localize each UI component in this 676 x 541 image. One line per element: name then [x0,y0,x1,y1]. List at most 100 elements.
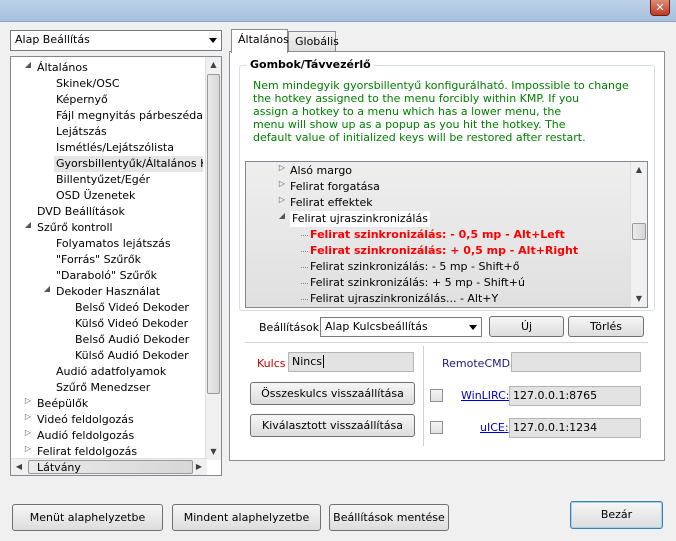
groupbox-title: Gombok/Távvezérlő [247,58,374,71]
scroll-left-icon[interactable]: ◀ [11,459,27,475]
reset-all-button[interactable]: Mindent alaphelyzetbe [172,504,321,531]
tree-item[interactable]: Folyamatos lejátszás [54,236,203,252]
text-cursor [323,355,325,368]
tab-global[interactable]: Globális [288,31,339,53]
tree-item[interactable]: Audió adatfolyamok [54,364,203,380]
info-text: Nem mindegyik gyorsbillentyű konfigurálh… [253,79,653,144]
tree-item[interactable]: Videó feldolgozás [35,412,203,428]
settings-tree[interactable]: ▲ ▼ ◀ ▶ ◢ Általános Skinek/OSC Képernyő Fájl… [10,56,222,476]
uice-checkbox[interactable] [430,421,443,434]
tree-item[interactable]: Skinek/OSC [54,76,203,92]
tree-item[interactable]: Szűrő Menedzser [54,380,203,396]
tree-item[interactable]: Audió feldolgozás [35,428,203,444]
expand-arrow-icon[interactable]: ▷ [23,444,33,460]
hotkey-item[interactable]: Felirat ujraszinkronizálás... - Alt+Y [310,291,498,307]
hotkey-item[interactable]: Felirat effektek [290,195,373,211]
winlirc-address-input[interactable]: 127.0.0.1:8765 [509,386,641,406]
tree-connector [301,251,308,252]
scrollbar-thumb[interactable] [632,223,646,240]
tree-vertical-scrollbar[interactable]: ▲ ▼ [205,57,221,460]
tree-connector [301,267,308,268]
key-input[interactable]: Nincs [288,352,414,372]
collapse-arrow-icon[interactable]: ◢ [42,284,52,300]
expand-arrow-icon[interactable]: ▷ [23,428,33,444]
tree-item[interactable]: Szűrő kontroll [35,220,203,236]
reset-all-keys-button[interactable]: Összeskulcs visszaállítása [250,382,415,405]
key-profile-value: Alap Kulcsbeállítás [325,320,428,333]
tree-item[interactable]: Belső Audió Dekoder [73,332,203,348]
tree-item[interactable]: Külső Videó Dekoder [73,316,203,332]
tree-item[interactable]: Lejátszás [54,124,203,140]
info-line: assign a hotkey to a menu which has a lo… [253,105,562,118]
tree-item[interactable]: DVD Beállítások [35,204,203,220]
profile-select[interactable]: Alap Beállítás [10,30,222,51]
hotkey-item[interactable]: Felirat szinkronizálás: + 0,5 mp - Alt+R… [310,243,578,259]
expand-arrow-icon[interactable]: ▷ [23,396,33,412]
info-line: Nem mindegyik gyorsbillentyű konfigurálh… [253,79,629,92]
key-profile-select[interactable]: Alap Kulcsbeállítás [320,317,482,337]
expand-arrow-icon[interactable]: ▷ [277,195,287,211]
scroll-down-icon[interactable]: ▼ [631,291,647,307]
remotecmd-label: RemoteCMD: [442,357,514,370]
close-button[interactable]: Bezár [570,501,663,529]
expand-arrow-icon[interactable]: ▷ [23,412,33,428]
collapse-arrow-icon[interactable]: ◢ [23,220,33,236]
close-window-button[interactable]: ✕ [650,0,670,16]
uice-link[interactable]: uICE: [480,421,509,434]
scroll-up-icon[interactable]: ▲ [631,162,647,178]
scrollbar-thumb[interactable] [207,74,220,394]
reset-menu-button[interactable]: Menüt alaphelyzetbe [12,504,163,531]
tree-connector [301,283,308,284]
tree-item[interactable]: "Forrás" Szűrők [54,252,203,268]
save-settings-button[interactable]: Beállítások mentése [329,504,449,531]
collapse-arrow-icon[interactable]: ◢ [23,60,33,76]
tree-item[interactable]: Beépülők [35,396,203,412]
tab-general[interactable]: Általános [231,29,289,53]
hotkey-vertical-scrollbar[interactable]: ▲ ▼ [630,162,647,307]
info-line: the hotkey assigned to the menu forcibly… [253,92,580,105]
tree-item[interactable]: Felirat feldolgozás [35,444,203,460]
tree-item[interactable]: OSD Üzenetek [54,188,203,204]
tree-item[interactable]: Látvány [35,460,203,475]
hotkey-item[interactable]: Felirat forgatása [290,179,380,195]
tree-item[interactable]: Külső Audió Dekoder [73,348,203,364]
tree-connector [301,235,308,236]
winlirc-link[interactable]: WinLIRC: [461,389,510,402]
key-label: Kulcs [257,357,286,370]
divider [423,346,424,446]
remotecmd-input[interactable] [511,352,641,372]
tree-item[interactable]: Ismétlés/Lejátszólista [54,140,203,156]
new-profile-button[interactable]: Új [489,316,564,337]
hotkey-tree[interactable]: ▲ ▼ ▷ Alsó margo ▷ Felirat forgatása ▷ Felira… [245,161,648,308]
settings-label: Beállítások: [259,321,323,334]
hotkey-item[interactable]: Felirat szinkronizálás: + 5 mp - Shift+ú [310,275,525,291]
tree-item[interactable]: Billentyűzet/Egér [54,172,203,188]
winlirc-checkbox[interactable] [430,389,443,402]
chevron-down-icon [469,325,477,330]
expand-arrow-icon[interactable]: ▷ [277,163,287,179]
chevron-down-icon [209,38,217,43]
hotkey-item[interactable]: Felirat szinkronizálás: - 0,5 mp - Alt+L… [310,227,565,243]
expand-arrow-icon[interactable]: ▷ [277,179,287,195]
tree-item[interactable]: Belső Videó Dekoder [73,300,203,316]
tree-item[interactable]: Fájl megnyitás párbeszédablak [54,108,203,124]
divider [245,342,648,343]
hotkey-item[interactable]: Felirat szinkronizálás: - 5 mp - Shift+ő [310,259,519,275]
reset-selected-button[interactable]: Kiválasztott visszaállítása [250,414,415,437]
scroll-up-icon[interactable]: ▲ [206,57,221,73]
tree-item[interactable]: Általános [35,60,203,76]
tree-item[interactable]: Dekoder Használat [54,284,203,300]
hotkey-item[interactable]: Felirat ujraszinkronizálás [290,211,430,227]
tree-item[interactable]: Gyorsbillentyűk/Általános Kontroll [54,156,203,172]
info-line: menu will show up as a popup as you hit … [253,118,566,131]
info-line: default value of initialized keys will b… [253,131,586,144]
profile-select-value: Alap Beállítás [15,33,90,46]
hotkey-item[interactable]: Alsó margo [290,163,352,179]
tree-item[interactable]: "Daraboló" Szűrők [54,268,203,284]
tree-connector [301,299,308,300]
collapse-arrow-icon[interactable]: ◢ [277,211,287,227]
tree-item[interactable]: Képernyő [54,92,203,108]
scroll-down-icon[interactable]: ▼ [206,444,221,460]
uice-address-input[interactable]: 127.0.0.1:1234 [509,418,641,438]
delete-profile-button[interactable]: Törlés [568,316,644,337]
